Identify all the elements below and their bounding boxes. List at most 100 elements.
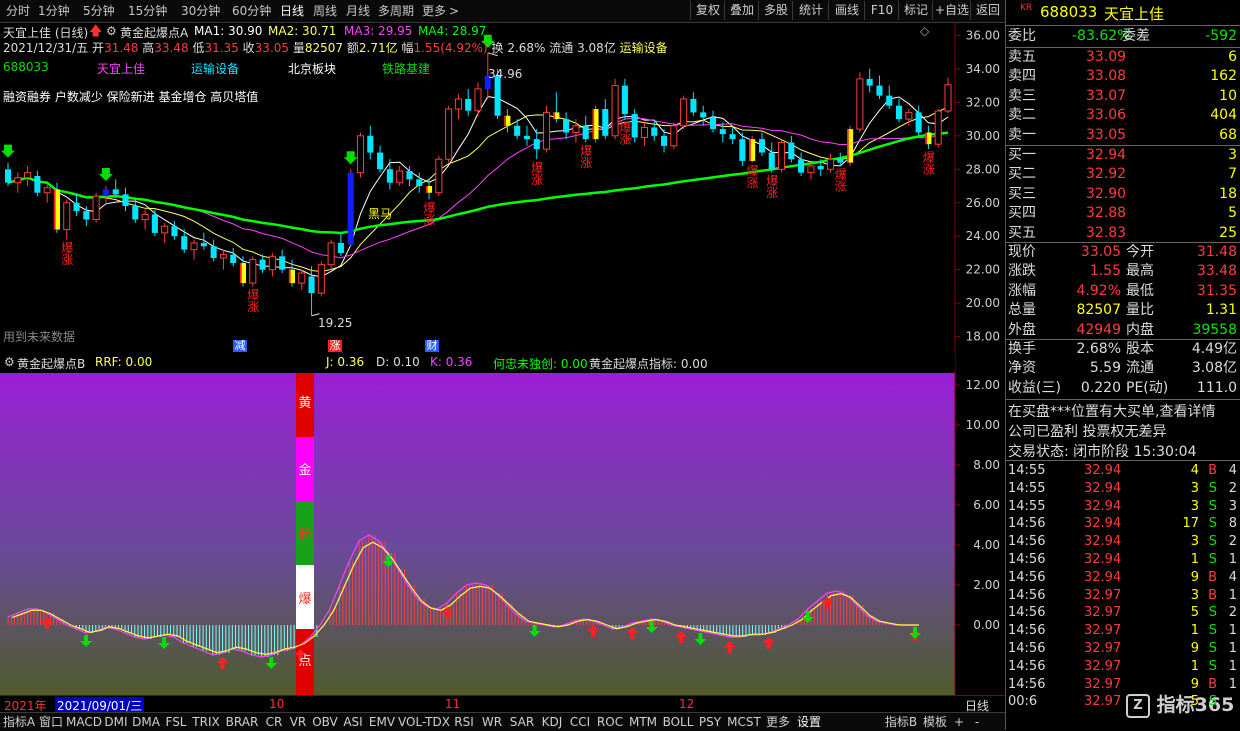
indicator-tab-21[interactable]: BOLL bbox=[660, 714, 696, 730]
period-more[interactable]: 更多 bbox=[422, 3, 446, 19]
period-30min[interactable]: 30分钟 bbox=[181, 3, 220, 19]
fuquan-button[interactable]: 复权 bbox=[690, 1, 725, 20]
tick-n: 4 bbox=[1228, 463, 1237, 478]
event-rise-badge[interactable]: 涨 bbox=[328, 340, 342, 352]
ask-level-row[interactable]: 卖五 33.09 6 bbox=[1006, 48, 1240, 67]
indicator-tab-13[interactable]: VOL-TDX bbox=[398, 714, 450, 730]
multi-stock-button[interactable]: 多股 bbox=[758, 1, 793, 20]
bid-level-row[interactable]: 买四 32.88 5 bbox=[1006, 204, 1240, 223]
tick-n: 2 bbox=[1228, 480, 1237, 496]
indicator-tab-19[interactable]: ROC bbox=[594, 714, 626, 730]
sector-tag[interactable]: 运输设备 bbox=[191, 60, 239, 77]
indicator-b-chart[interactable]: 12.00 10.00 8.00 6.00 4.00 2.00 0.00 bbox=[0, 353, 1005, 695]
d-value: D: 0.10 bbox=[376, 355, 420, 369]
bid-level-price: 32.92 bbox=[1086, 166, 1127, 183]
candle bbox=[445, 105, 453, 163]
region-tag[interactable]: 北京板块 bbox=[288, 60, 336, 77]
indicator-b-name[interactable]: 黄金起爆点B bbox=[17, 355, 85, 372]
candle bbox=[347, 169, 354, 247]
period-weekly[interactable]: 周线 bbox=[313, 3, 337, 19]
indicator-tab-22[interactable]: PSY bbox=[696, 714, 724, 730]
indicator-tab-23[interactable]: MCST bbox=[724, 714, 764, 730]
more-chevron-icon[interactable]: > bbox=[449, 3, 459, 19]
sub-tick-label: 2.00 bbox=[973, 578, 1000, 592]
indicator-tab-0[interactable]: 指标A bbox=[2, 714, 36, 730]
stats-button[interactable]: 统计 bbox=[792, 1, 829, 20]
candle bbox=[778, 139, 786, 173]
quote-row: 涨幅 4.92% 最低 31.35 bbox=[1006, 282, 1240, 301]
bid-level-row[interactable]: 买二 32.92 7 bbox=[1006, 165, 1240, 184]
indicator-tab-9[interactable]: VR bbox=[286, 714, 310, 730]
indicator-tab-14[interactable]: RSI bbox=[450, 714, 478, 730]
candle bbox=[161, 222, 169, 243]
indicator-tab-28[interactable]: + bbox=[950, 714, 968, 730]
indicator-tab-25[interactable]: 设置 bbox=[792, 714, 826, 730]
bid-level-row[interactable]: 买一 32.94 3 bbox=[1006, 146, 1240, 165]
high-value: 33.48 bbox=[154, 41, 189, 55]
indicator-tab-7[interactable]: BRAR bbox=[222, 714, 262, 730]
tick-row: 14:56 32.94 3 S 2 bbox=[1006, 533, 1240, 551]
candle bbox=[680, 95, 688, 130]
candle bbox=[807, 162, 815, 180]
period-multi[interactable]: 多周期 bbox=[378, 3, 414, 19]
candle bbox=[690, 92, 697, 116]
indicator-tab-15[interactable]: WR bbox=[478, 714, 506, 730]
tick-t: 00:6 bbox=[1008, 694, 1038, 710]
period-daily[interactable]: 日线 bbox=[280, 3, 304, 19]
indicator-tab-12[interactable]: EMV bbox=[366, 714, 398, 730]
indicator-tab-29[interactable]: - bbox=[968, 714, 986, 730]
ask-level-price: 33.05 bbox=[1086, 126, 1127, 143]
settings-icon[interactable]: ⚙ bbox=[106, 24, 117, 38]
indicator-tab-20[interactable]: MTM bbox=[626, 714, 660, 730]
indicator-tab-5[interactable]: FSL bbox=[162, 714, 190, 730]
ask-level-row[interactable]: 卖四 33.08 162 bbox=[1006, 67, 1240, 86]
indicator-tab-24[interactable]: 更多 bbox=[764, 714, 792, 730]
indicator-tab-27[interactable]: 模板 bbox=[920, 714, 950, 730]
indicator-tab-26[interactable]: 指标B bbox=[882, 714, 920, 730]
period-fenshi[interactable]: 分时 bbox=[6, 3, 30, 19]
indicator-tab-1[interactable]: 窗口 bbox=[36, 714, 66, 730]
f10-button[interactable]: F10 bbox=[864, 1, 899, 20]
burst-label: 爆涨 bbox=[765, 174, 779, 198]
indicator-tab-2[interactable]: MACD bbox=[66, 714, 102, 730]
indicator-tab-18[interactable]: CCI bbox=[566, 714, 594, 730]
ask-level-label: 卖四 bbox=[1008, 68, 1036, 85]
big-order-message[interactable]: 在买盘***位置有大买单,查看详情 bbox=[1008, 401, 1215, 421]
ask-level-row[interactable]: 卖三 33.07 10 bbox=[1006, 87, 1240, 106]
period-1min[interactable]: 1分钟 bbox=[38, 3, 70, 19]
settings-icon[interactable]: ⚙ bbox=[4, 355, 15, 369]
indicator-tab-17[interactable]: KDJ bbox=[538, 714, 566, 730]
back-button[interactable]: 返回 bbox=[970, 1, 1005, 20]
ask-level-row[interactable]: 卖二 33.06 404 bbox=[1006, 106, 1240, 125]
future-data-warning: 用到未来数据 bbox=[3, 330, 76, 344]
bid-level-row[interactable]: 买五 32.83 25 bbox=[1006, 224, 1240, 243]
period-15min[interactable]: 15分钟 bbox=[128, 3, 167, 19]
concept-tag[interactable]: 铁路基建 bbox=[382, 60, 430, 77]
indicator-tab-3[interactable]: DMI bbox=[102, 714, 130, 730]
draw-line-button[interactable]: 画线 bbox=[828, 1, 865, 20]
period-5min[interactable]: 5分钟 bbox=[83, 3, 115, 19]
event-reduce-badge[interactable]: 减 bbox=[233, 340, 247, 352]
mark-button[interactable]: 标记 bbox=[898, 1, 933, 20]
tick-t: 14:56 bbox=[1008, 605, 1046, 621]
indicator-tab-16[interactable]: SAR bbox=[506, 714, 538, 730]
indicator-tab-6[interactable]: TRIX bbox=[190, 714, 222, 730]
tick-t: 14:56 bbox=[1008, 534, 1046, 550]
burst-label: 爆涨 bbox=[745, 164, 759, 188]
j-value: J: 0.36 bbox=[326, 355, 365, 369]
indicator-tab-10[interactable]: OBV bbox=[310, 714, 340, 730]
bid-level-row[interactable]: 买三 32.90 18 bbox=[1006, 185, 1240, 204]
add-watchlist-button[interactable]: +自选 bbox=[932, 1, 971, 20]
ask-level-row[interactable]: 卖一 33.05 68 bbox=[1006, 126, 1240, 145]
stock-name-tag[interactable]: 天宜上佳 bbox=[97, 60, 145, 77]
period-monthly[interactable]: 月线 bbox=[346, 3, 370, 19]
candle bbox=[73, 194, 80, 217]
indicator-tab-8[interactable]: CR bbox=[262, 714, 286, 730]
period-60min[interactable]: 60分钟 bbox=[232, 3, 271, 19]
candle bbox=[729, 127, 736, 145]
close-chart-icon[interactable]: ◇ bbox=[920, 24, 929, 38]
event-finance-badge[interactable]: 财 bbox=[425, 340, 439, 352]
indicator-tab-11[interactable]: ASI bbox=[340, 714, 366, 730]
overlay-button[interactable]: 叠加 bbox=[724, 1, 759, 20]
indicator-tab-4[interactable]: DMA bbox=[130, 714, 162, 730]
